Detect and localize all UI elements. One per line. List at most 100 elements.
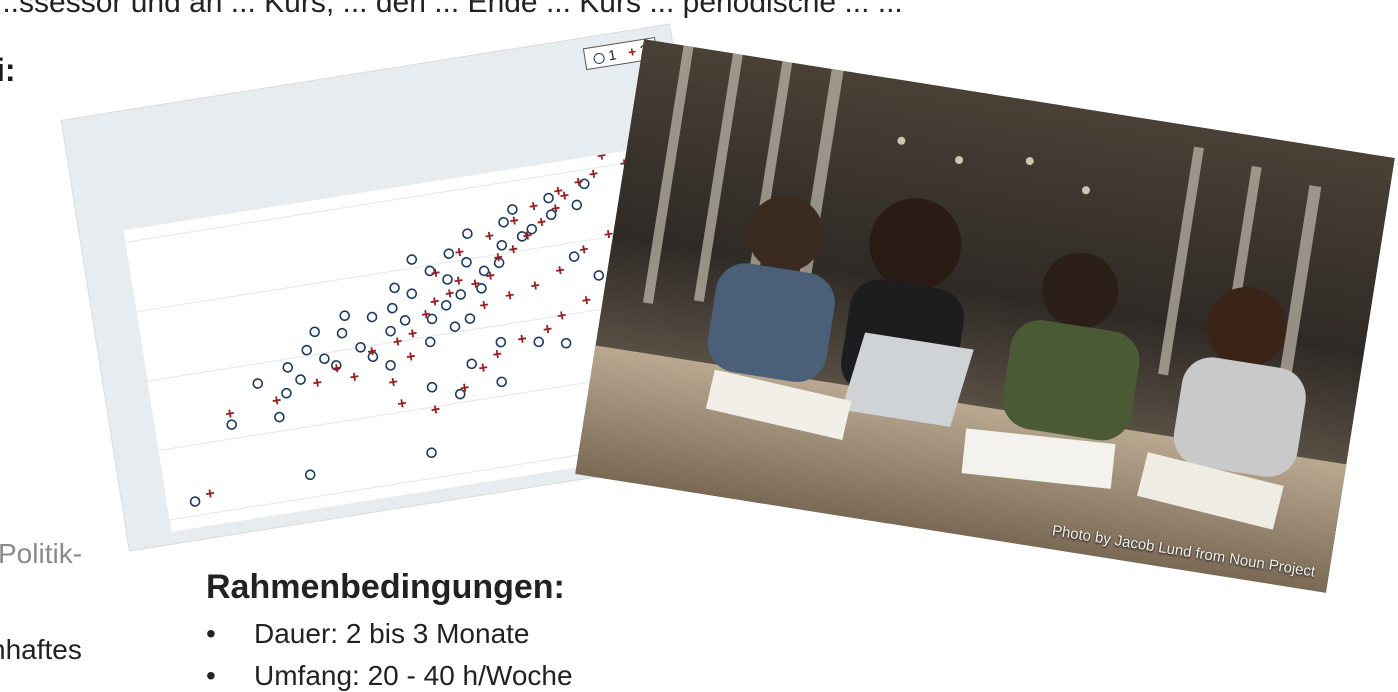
scatter-point-series-1 [226, 419, 238, 430]
scatter-point-series-1 [387, 302, 398, 314]
scatter-point-series-1 [426, 313, 438, 325]
scatter-point-series-1 [461, 256, 472, 268]
scatter-point-series-1 [526, 223, 538, 235]
scatter-point-series-1 [498, 216, 509, 228]
scatter-point-series-1 [252, 378, 264, 389]
scatter-point-series-2 [574, 177, 583, 187]
scatter-point-series-1 [496, 376, 508, 388]
scatter-point-series-1 [309, 326, 320, 338]
scatter-point-series-2 [471, 279, 480, 288]
scatter-point-series-1 [579, 178, 590, 190]
scatter-point-series-2 [431, 268, 440, 277]
bullet-icon: • [206, 618, 216, 649]
scatter-point-series-1 [366, 311, 378, 323]
scatter-point-series-2 [421, 310, 430, 319]
scatter-point-series-2 [205, 489, 215, 498]
scatter-point-series-2 [389, 377, 398, 387]
scatter-point-series-1 [466, 358, 478, 370]
scatter-point-series-1 [571, 199, 583, 211]
scatter-point-series-2 [393, 337, 402, 346]
circle-marker-icon [593, 51, 606, 65]
scatter-point-series-2 [406, 352, 415, 361]
legend-item-1: 1 [592, 46, 617, 65]
scatter-point-series-2 [505, 291, 514, 300]
scatter-point-series-1 [449, 321, 461, 332]
left-fragment-haftes: nhaftes [0, 634, 82, 665]
scatter-point-series-2 [332, 364, 341, 373]
students-photo: Photo by Jacob Lund from Noun Project [575, 39, 1395, 593]
plus-marker-icon: + [626, 43, 638, 61]
scatter-point-series-1 [336, 327, 348, 339]
scatter-point-series-2 [582, 296, 591, 305]
photo-illustration [575, 39, 1395, 593]
scatter-point-series-2 [350, 372, 359, 381]
scatter-point-series-1 [406, 288, 418, 299]
scatter-point-series-2 [445, 289, 454, 298]
scatter-point-series-2 [408, 329, 417, 338]
scatter-point-series-2 [555, 266, 565, 275]
grid-line [125, 154, 679, 243]
scatter-point-series-1 [385, 325, 396, 337]
scatter-point-series-2 [510, 216, 519, 225]
scatter-point-series-2 [554, 186, 563, 195]
scatter-point-series-2 [430, 297, 439, 306]
bullet-item-umfang: • Umfang: 20 - 40 h/Woche [206, 660, 573, 691]
scatter-point-series-1 [274, 411, 285, 423]
scatter-point-series-1 [385, 360, 396, 371]
scatter-point-series-1 [301, 344, 313, 356]
left-heading-fragment: i: [0, 52, 16, 88]
scatter-point-series-1 [545, 209, 557, 221]
scatter-point-series-2 [397, 399, 407, 408]
scatter-point-series-2 [531, 281, 540, 290]
scatter-point-series-1 [455, 289, 467, 300]
scatter-point-series-1 [426, 447, 437, 459]
scatter-point-series-1 [507, 204, 518, 215]
scatter-point-series-2 [557, 311, 566, 320]
scatter-point-series-1 [424, 336, 436, 348]
scatter-point-series-2 [485, 231, 494, 240]
scatter-point-series-2 [529, 202, 538, 211]
top-text-fragment: ...ssessor und an ... Kurs, ... den ... … [0, 0, 903, 19]
scatter-point-series-2 [579, 245, 588, 254]
scatter-point-series-1 [478, 265, 490, 277]
scatter-point-series-2 [479, 363, 488, 372]
scatter-point-series-1 [389, 282, 400, 294]
scatter-point-series-1 [454, 388, 466, 400]
scatter-point-series-1 [443, 248, 455, 259]
scatter-point-series-1 [281, 387, 292, 399]
scatter-point-series-2 [597, 151, 606, 160]
scatter-point-series-1 [495, 336, 507, 348]
scatter-point-series-1 [339, 310, 350, 322]
scatter-point-series-2 [455, 247, 464, 257]
scatter-point-series-1 [189, 496, 201, 507]
rahmenbedingungen-heading: Rahmenbedingungen: [206, 568, 565, 606]
scatter-point-series-2 [543, 324, 552, 334]
scatter-point-series-1 [476, 283, 487, 294]
scatter-point-series-1 [440, 300, 452, 311]
scatter-point-series-1 [304, 469, 316, 481]
bullet-icon: • [206, 660, 216, 691]
scatter-point-series-2 [517, 334, 527, 343]
scatter-point-series-1 [464, 313, 476, 324]
scatter-point-series-2 [454, 276, 463, 285]
scatter-point-series-1 [282, 362, 294, 373]
scatter-point-series-2 [313, 378, 322, 387]
scatter-point-series-1 [462, 228, 473, 239]
scatter-point-series-1 [399, 315, 411, 326]
scatter-point-series-2 [589, 169, 598, 178]
left-fragment-politik: Politik- [0, 538, 83, 569]
scatter-point-series-2 [460, 383, 469, 392]
scatter-point-series-1 [406, 254, 418, 265]
scatter-point-series-1 [560, 337, 572, 349]
scatter-point-series-2 [537, 217, 546, 227]
scatter-point-series-2 [486, 271, 495, 280]
bullet-item-dauer: • Dauer: 2 bis 3 Monate [206, 618, 530, 649]
scatter-point-series-2 [480, 300, 489, 310]
scatter-point-series-1 [424, 265, 436, 277]
scatter-point-series-1 [295, 374, 306, 385]
scatter-point-series-1 [442, 274, 453, 285]
scatter-point-series-1 [593, 270, 605, 281]
scatter-point-series-2 [225, 409, 235, 418]
scatter-point-series-1 [426, 381, 438, 393]
scatter-point-series-1 [543, 192, 554, 204]
